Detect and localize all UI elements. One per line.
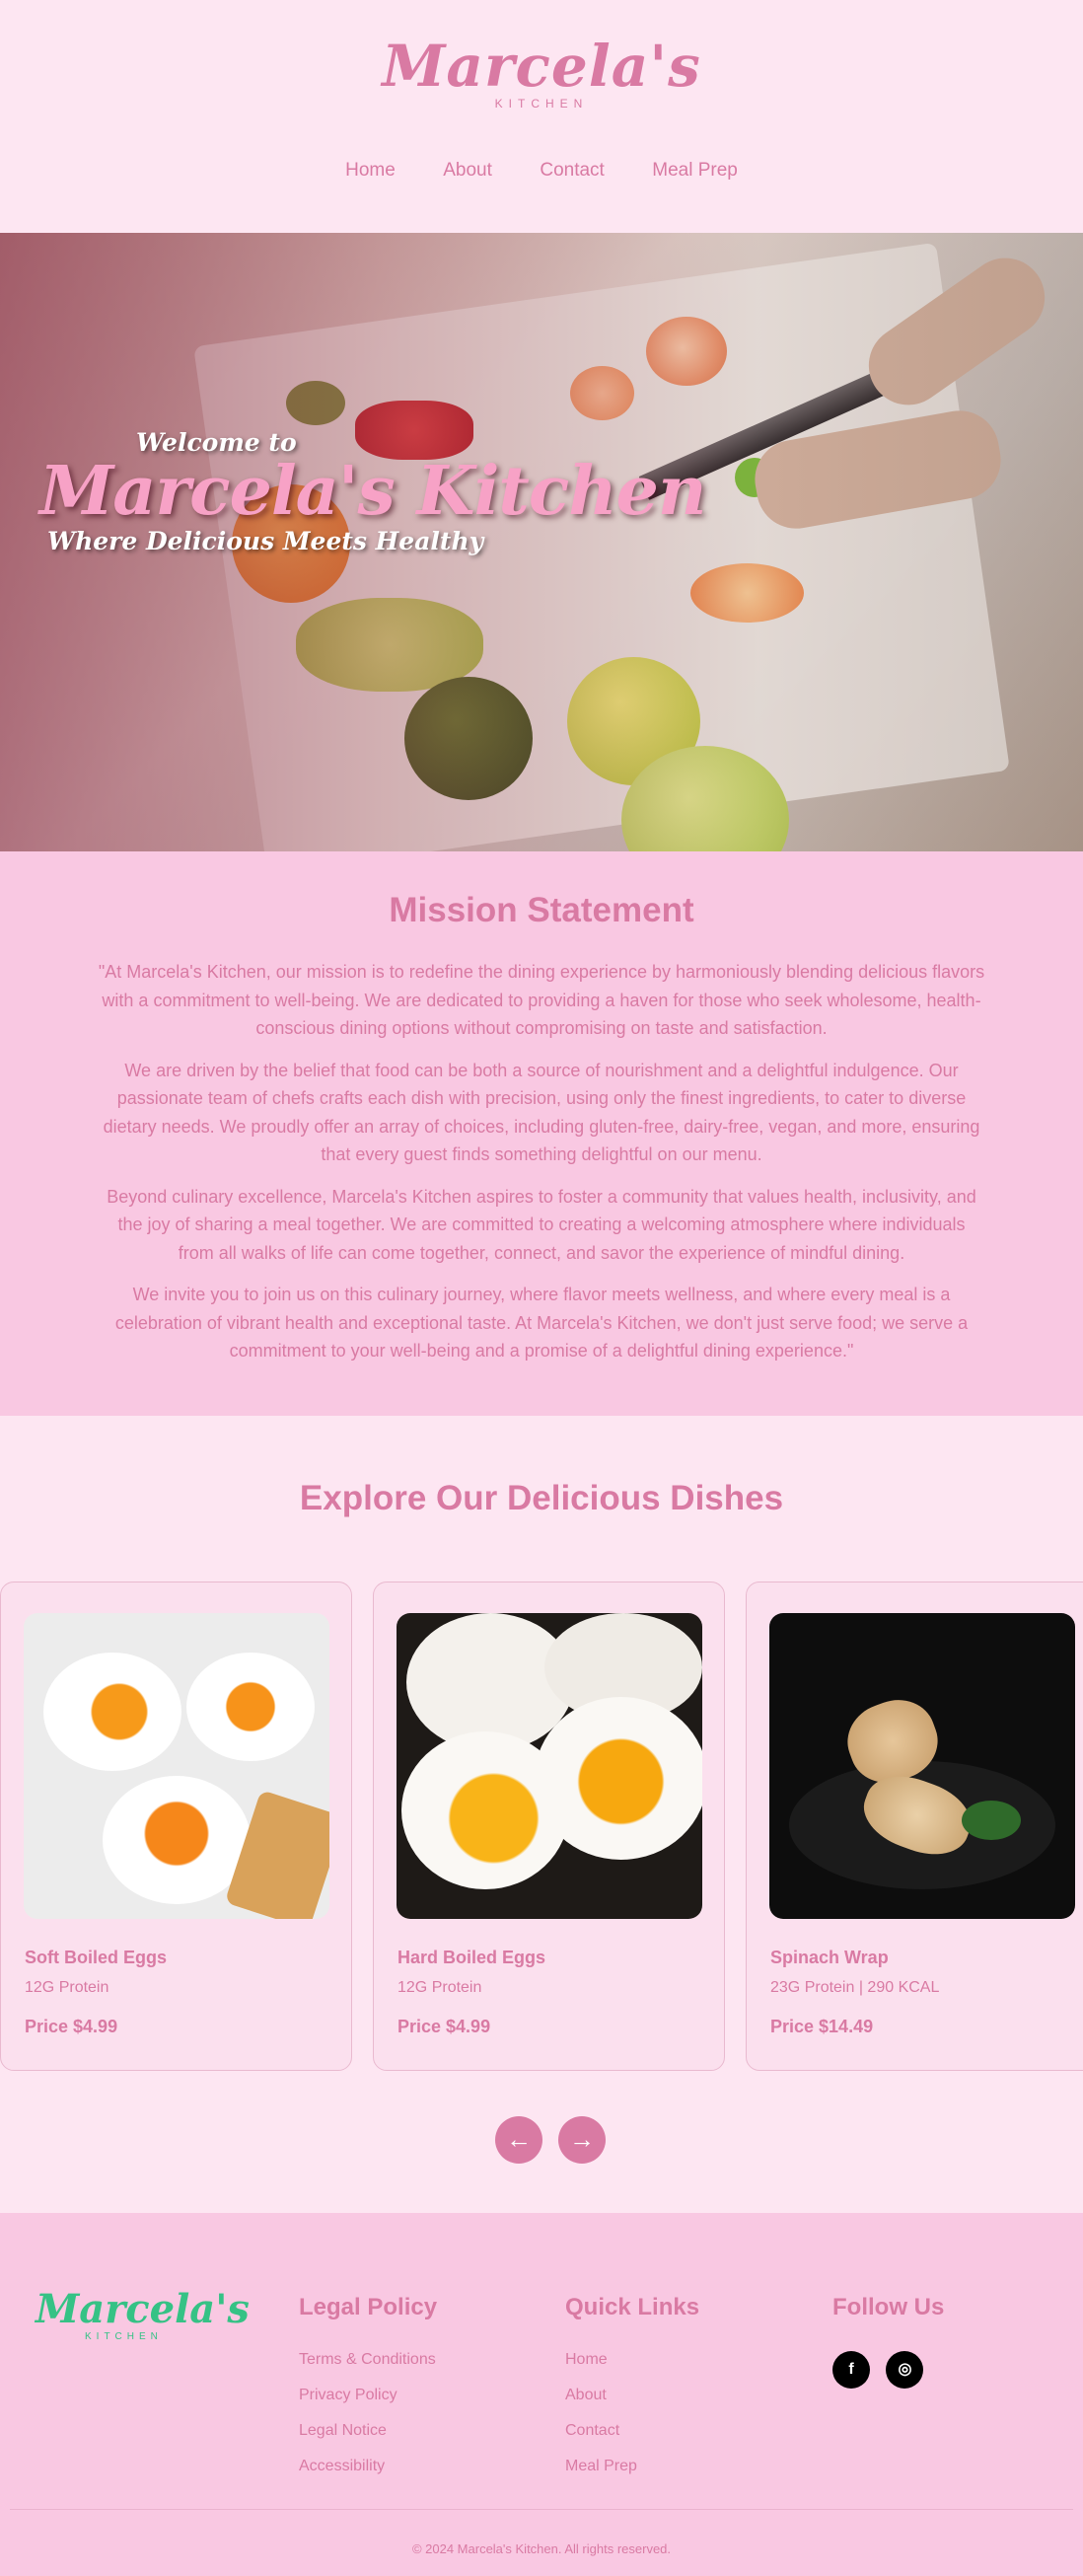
- mission-paragraph: Beyond culinary excellence, Marcela's Ki…: [107, 1186, 976, 1263]
- carousel-prev-button[interactable]: ←: [495, 2116, 542, 2164]
- footer-copyright: © 2024 Marcela's Kitchen. All rights res…: [411, 2541, 672, 2556]
- mission-paragraph: "At Marcela's Kitchen, our mission is to…: [98, 962, 985, 1038]
- footer-link-privacy[interactable]: Privacy Policy: [299, 2387, 437, 2404]
- footer-link-accessibility[interactable]: Accessibility: [299, 2458, 437, 2475]
- dish-image-spinach-wrap: [769, 1613, 1075, 1919]
- nav-about[interactable]: About: [443, 160, 492, 182]
- footer-legal-column: Legal Policy Terms & Conditions Privacy …: [299, 2294, 437, 2493]
- footer-link-meal-prep[interactable]: Meal Prep: [565, 2458, 699, 2475]
- mission-paragraph: We are driven by the belief that food ca…: [103, 1060, 980, 1165]
- hero-banner: Welcome to Marcela's Kitchen Where Delic…: [0, 233, 1083, 851]
- facebook-icon[interactable]: f: [832, 2351, 870, 2389]
- footer-follow-column: Follow Us f ◎: [832, 2294, 944, 2389]
- hero-text: Welcome to Marcela's Kitchen Where Delic…: [39, 428, 706, 556]
- footer-link-home[interactable]: Home: [565, 2351, 699, 2369]
- site-header: Marcela's KITCHEN Home About Contact Mea…: [0, 0, 1083, 233]
- dish-name: Soft Boiled Eggs: [25, 1948, 167, 1967]
- dish-meta: 12G Protein: [397, 1979, 482, 1996]
- footer-logo-script: Marcela's: [36, 2286, 250, 2332]
- footer-logo-subtitle: KITCHEN: [85, 2331, 163, 2342]
- site-logo[interactable]: Marcela's KITCHEN: [0, 37, 1083, 110]
- footer-quick-heading: Quick Links: [565, 2294, 700, 2320]
- footer-logo[interactable]: Marcela's KITCHEN: [36, 2286, 250, 2343]
- arrow-left-icon: ←: [506, 2124, 532, 2154]
- dish-price: Price $4.99: [25, 2017, 118, 2036]
- hero-tagline: Where Delicious Meets Healthy: [47, 527, 484, 556]
- footer-link-contact[interactable]: Contact: [565, 2422, 699, 2440]
- dish-card[interactable]: Spinach Wrap 23G Protein | 290 KCAL Pric…: [746, 1582, 1083, 2071]
- dish-image-soft-boiled-eggs: [24, 1613, 329, 1919]
- logo-subtitle: KITCHEN: [494, 97, 589, 110]
- carousel-next-button[interactable]: →: [558, 2116, 606, 2164]
- dish-name: Spinach Wrap: [770, 1948, 889, 1967]
- arrow-right-icon: →: [569, 2124, 595, 2154]
- dishes-heading: Explore Our Delicious Dishes: [299, 1479, 784, 1517]
- dish-card[interactable]: Soft Boiled Eggs 12G Protein Price $4.99: [0, 1582, 352, 2071]
- dish-meta: 12G Protein: [25, 1979, 109, 1996]
- dish-card[interactable]: Hard Boiled Eggs 12G Protein Price $4.99: [373, 1582, 725, 2071]
- logo-script: Marcela's: [382, 33, 701, 100]
- dish-price: Price $4.99: [397, 2017, 491, 2036]
- dish-name: Hard Boiled Eggs: [397, 1948, 546, 1967]
- footer-divider: [10, 2509, 1073, 2510]
- footer-quick-links-column: Quick Links Home About Contact Meal Prep: [565, 2294, 699, 2493]
- footer-link-terms[interactable]: Terms & Conditions: [299, 2351, 437, 2369]
- site-footer: Marcela's KITCHEN Legal Policy Terms & C…: [0, 2213, 1083, 2576]
- footer-link-about[interactable]: About: [565, 2387, 699, 2404]
- instagram-icon[interactable]: ◎: [886, 2351, 924, 2389]
- mission-body: "At Marcela's Kitchen, our mission is to…: [98, 958, 985, 1365]
- dish-meta: 23G Protein | 290 KCAL: [770, 1979, 940, 1996]
- main-nav: Home About Contact Meal Prep: [0, 160, 1083, 182]
- mission-section: Mission Statement "At Marcela's Kitchen,…: [0, 851, 1083, 1416]
- footer-follow-heading: Follow Us: [832, 2294, 945, 2320]
- dish-image-hard-boiled-eggs: [397, 1613, 702, 1919]
- nav-home[interactable]: Home: [345, 160, 396, 182]
- mission-heading: Mission Statement: [389, 891, 694, 929]
- hero-title: Marcela's Kitchen: [39, 452, 706, 531]
- mission-paragraph: We invite you to join us on this culinar…: [114, 1285, 969, 1361]
- footer-link-legal-notice[interactable]: Legal Notice: [299, 2422, 437, 2440]
- nav-contact[interactable]: Contact: [540, 160, 604, 182]
- footer-legal-heading: Legal Policy: [299, 2294, 438, 2320]
- dishes-section: Explore Our Delicious Dishes Soft Boiled…: [0, 1416, 1083, 2213]
- nav-meal-prep[interactable]: Meal Prep: [652, 160, 738, 182]
- dish-price: Price $14.49: [770, 2017, 874, 2036]
